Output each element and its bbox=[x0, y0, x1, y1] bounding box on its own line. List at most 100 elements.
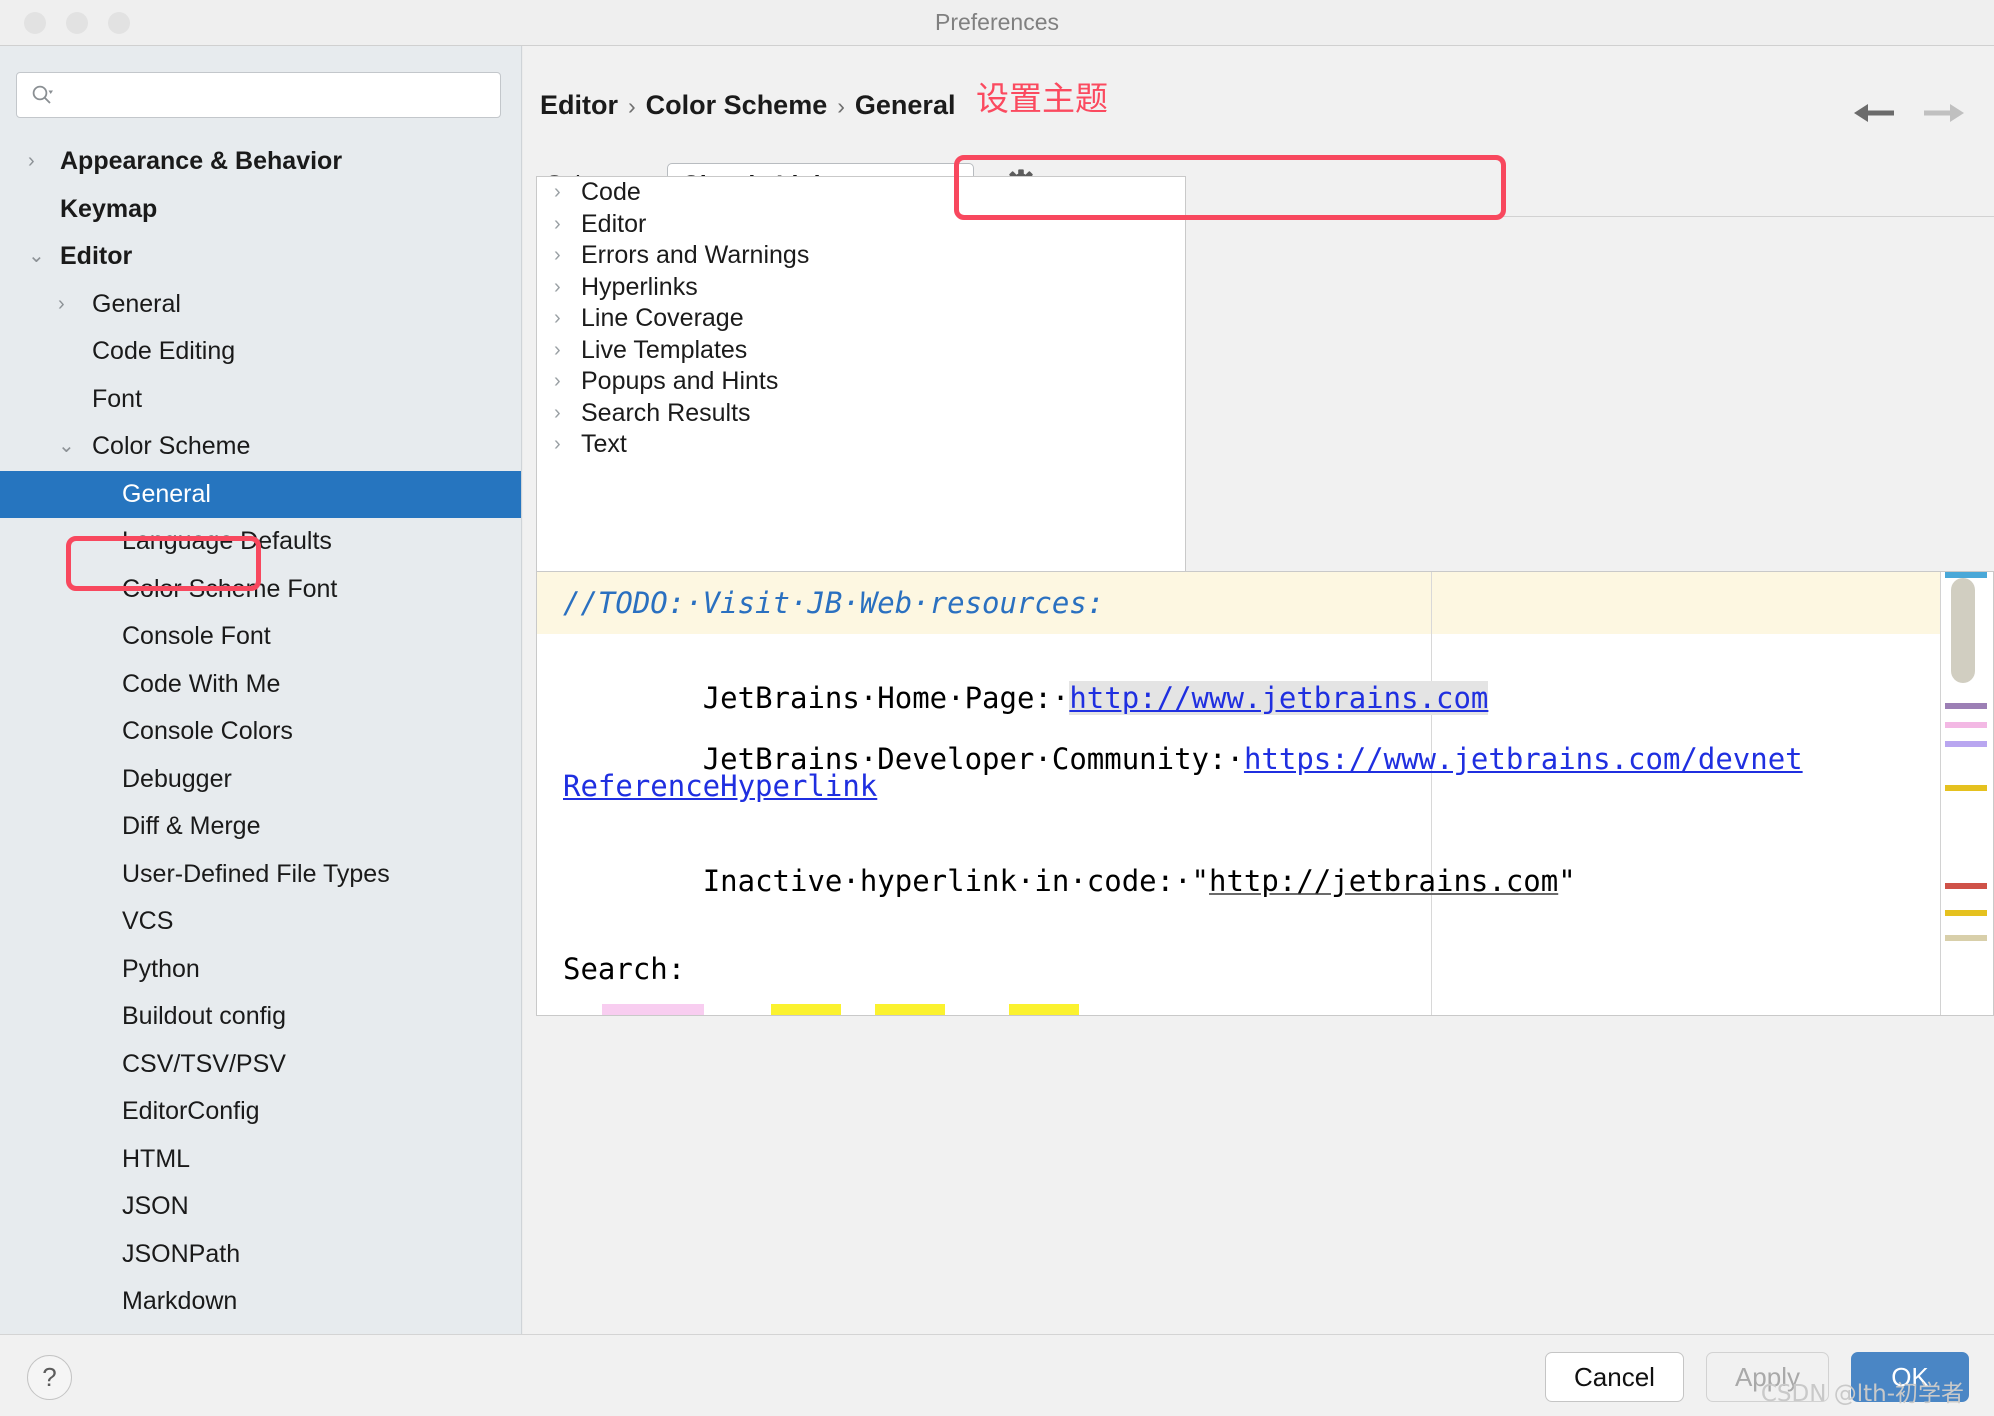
sidebar-item-editor[interactable]: ⌄ Editor bbox=[0, 233, 521, 281]
sidebar-item-buildout-config[interactable]: Buildout config bbox=[0, 993, 521, 1041]
stripe-mark bbox=[1945, 883, 1987, 889]
watermark: CSDN @lth-初学者 bbox=[1760, 1381, 1964, 1407]
sidebar-item-color-scheme[interactable]: ⌄ Color Scheme bbox=[0, 423, 521, 471]
chevron-right-icon[interactable]: › bbox=[28, 138, 35, 186]
settings-sidebar: › Appearance & Behavior Keymap ⌄ Editor › Gene… bbox=[0, 46, 522, 1334]
sidebar-item-label: General bbox=[122, 479, 211, 508]
sidebar-item-general[interactable]: General bbox=[0, 470, 521, 518]
sidebar-item-code-with-me[interactable]: Code With Me bbox=[0, 661, 521, 709]
sidebar-item-diff-merge[interactable]: Diff & Merge bbox=[0, 803, 521, 851]
chevron-down-icon[interactable]: ⌄ bbox=[58, 423, 75, 471]
sidebar-item-label: Language Defaults bbox=[122, 527, 332, 555]
sidebar-item-font[interactable]: Font bbox=[0, 376, 521, 424]
settings-tree-item-text[interactable]: › Text bbox=[537, 429, 1185, 461]
sidebar-item-label: Buildout config bbox=[122, 1002, 287, 1030]
sidebar-item-label: Console Colors bbox=[122, 717, 293, 745]
navigation-arrows[interactable] bbox=[1852, 98, 1966, 128]
chevron-right-icon[interactable]: › bbox=[554, 209, 561, 241]
sidebar-item-general[interactable]: › General bbox=[0, 281, 521, 329]
color-settings-tree[interactable]: › Code › Editor › Errors and Warnings › Hyperli… bbox=[536, 176, 1186, 601]
breadcrumb-segment[interactable]: Color Scheme bbox=[646, 90, 828, 120]
sidebar-item-label: Code With Me bbox=[122, 669, 281, 698]
preview-inactive-prefix: Inactive·hyperlink·in·code:·" bbox=[702, 864, 1210, 898]
sidebar-item-python[interactable]: Python bbox=[0, 946, 521, 994]
settings-tree-item-label: Text bbox=[581, 430, 627, 458]
settings-tree-item-label: Line Coverage bbox=[581, 304, 744, 332]
sidebar-item-jsonpath[interactable]: JSONPath bbox=[0, 1231, 521, 1279]
chevron-right-icon[interactable]: › bbox=[58, 281, 65, 329]
sidebar-item-label: User-Defined File Types bbox=[122, 859, 390, 888]
sidebar-item-label: Color Scheme bbox=[92, 432, 251, 460]
sidebar-item-label: Appearance & Behavior bbox=[60, 147, 343, 175]
stripe-mark bbox=[1945, 572, 1987, 578]
chevron-right-icon[interactable]: › bbox=[554, 177, 561, 209]
back-arrow-icon[interactable] bbox=[1852, 98, 1898, 128]
stripe-mark bbox=[1945, 722, 1987, 728]
dialog-footer: ? Cancel Apply OK CSDN @lth-初学者 bbox=[0, 1334, 1994, 1416]
preview-editor[interactable]: //TODO:·Visit·JB·Web·resources: JetBrain… bbox=[536, 571, 1994, 1016]
sidebar-item-console-font[interactable]: Console Font bbox=[0, 613, 521, 661]
sidebar-item-label: Code Editing bbox=[92, 337, 236, 365]
sidebar-item-keymap[interactable]: Keymap bbox=[0, 186, 521, 234]
settings-tree-item-hyperlinks[interactable]: › Hyperlinks bbox=[537, 272, 1185, 304]
settings-tree-item-label: Live Templates bbox=[581, 335, 748, 364]
sidebar-item-code-editing[interactable]: Code Editing bbox=[0, 328, 521, 376]
sidebar-item-color-scheme-font[interactable]: Color Scheme Font bbox=[0, 566, 521, 614]
sidebar-item-language-defaults[interactable]: Language Defaults bbox=[0, 518, 521, 566]
chevron-down-icon[interactable]: ⌄ bbox=[28, 233, 45, 281]
sidebar-item-label: Python bbox=[122, 954, 200, 983]
sidebar-item-markdown[interactable]: Markdown bbox=[0, 1278, 521, 1326]
title-bar: Preferences bbox=[0, 0, 1994, 46]
settings-main-pane: Editor›Color Scheme›General 设置主题 Scheme:… bbox=[523, 46, 1994, 1334]
sidebar-item-label: Font bbox=[92, 384, 143, 413]
annotation-set-theme: 设置主题 bbox=[976, 79, 1108, 118]
chevron-right-icon[interactable]: › bbox=[554, 335, 561, 367]
help-icon[interactable]: ? bbox=[27, 1355, 72, 1400]
preview-reference-link[interactable]: ReferenceHyperlink bbox=[563, 769, 877, 803]
settings-tree-item-errors-and-warnings[interactable]: › Errors and Warnings bbox=[537, 240, 1185, 272]
settings-tree-item-editor[interactable]: › Editor bbox=[537, 209, 1185, 241]
sidebar-item-label: Diff & Merge bbox=[122, 812, 261, 840]
cancel-button[interactable]: Cancel bbox=[1545, 1352, 1684, 1402]
chevron-right-icon[interactable]: › bbox=[554, 398, 561, 430]
sidebar-item-user-defined-file-types[interactable]: User-Defined File Types bbox=[0, 851, 521, 899]
settings-tree-item-popups-and-hints[interactable]: › Popups and Hints bbox=[537, 366, 1185, 398]
stripe-mark bbox=[1945, 741, 1987, 747]
search-input[interactable] bbox=[69, 73, 492, 117]
chevron-right-icon[interactable]: › bbox=[554, 429, 561, 461]
breadcrumb-segment[interactable]: Editor bbox=[540, 90, 618, 120]
sidebar-item-label: Keymap bbox=[60, 194, 158, 223]
breadcrumb-separator: › bbox=[628, 93, 636, 119]
chevron-right-icon[interactable]: › bbox=[554, 272, 561, 304]
window-title: Preferences bbox=[934, 9, 1059, 35]
scrollbar-thumb[interactable] bbox=[1951, 578, 1975, 683]
preview-search-label: Search: bbox=[563, 952, 686, 986]
breadcrumb: Editor › Color Scheme › General bbox=[540, 90, 955, 121]
chevron-right-icon[interactable]: › bbox=[554, 366, 561, 398]
settings-tree-item-live-templates[interactable]: › Live Templates bbox=[537, 335, 1185, 367]
breadcrumb-segment[interactable]: General bbox=[855, 90, 956, 120]
search-highlight-swatch-yellow-2 bbox=[875, 1004, 945, 1015]
sidebar-item-json[interactable]: JSON bbox=[0, 1183, 521, 1231]
forward-arrow-icon[interactable] bbox=[1920, 98, 1966, 128]
stripe-mark bbox=[1945, 910, 1987, 916]
sidebar-item-appearance-behavior[interactable]: › Appearance & Behavior bbox=[0, 138, 521, 186]
settings-tree-item-code[interactable]: › Code bbox=[537, 177, 1185, 209]
sidebar-item-editorconfig[interactable]: EditorConfig bbox=[0, 1088, 521, 1136]
preview-todo-line: //TODO:·Visit·JB·Web·resources: bbox=[563, 586, 1105, 620]
settings-tree-item-search-results[interactable]: › Search Results bbox=[537, 398, 1185, 430]
sidebar-item-vcs[interactable]: VCS bbox=[0, 898, 521, 946]
sidebar-item-label: General bbox=[92, 289, 181, 318]
chevron-right-icon[interactable]: › bbox=[554, 303, 561, 335]
chevron-right-icon[interactable]: › bbox=[554, 240, 561, 272]
sidebar-item-debugger[interactable]: Debugger bbox=[0, 756, 521, 804]
preview-devnet-url[interactable]: https://www.jetbrains.com/devnet bbox=[1244, 742, 1803, 776]
sidebar-item-html[interactable]: HTML bbox=[0, 1136, 521, 1184]
error-stripe-scrollbar[interactable] bbox=[1940, 572, 1993, 1015]
sidebar-item-console-colors[interactable]: Console Colors bbox=[0, 708, 521, 756]
settings-tree-item-label: Code bbox=[581, 178, 641, 206]
settings-tree-item-line-coverage[interactable]: › Line Coverage bbox=[537, 303, 1185, 335]
settings-tree-item-label: Errors and Warnings bbox=[581, 241, 810, 269]
search-box[interactable] bbox=[16, 72, 501, 118]
sidebar-item-csv-tsv-psv[interactable]: CSV/TSV/PSV bbox=[0, 1041, 521, 1089]
